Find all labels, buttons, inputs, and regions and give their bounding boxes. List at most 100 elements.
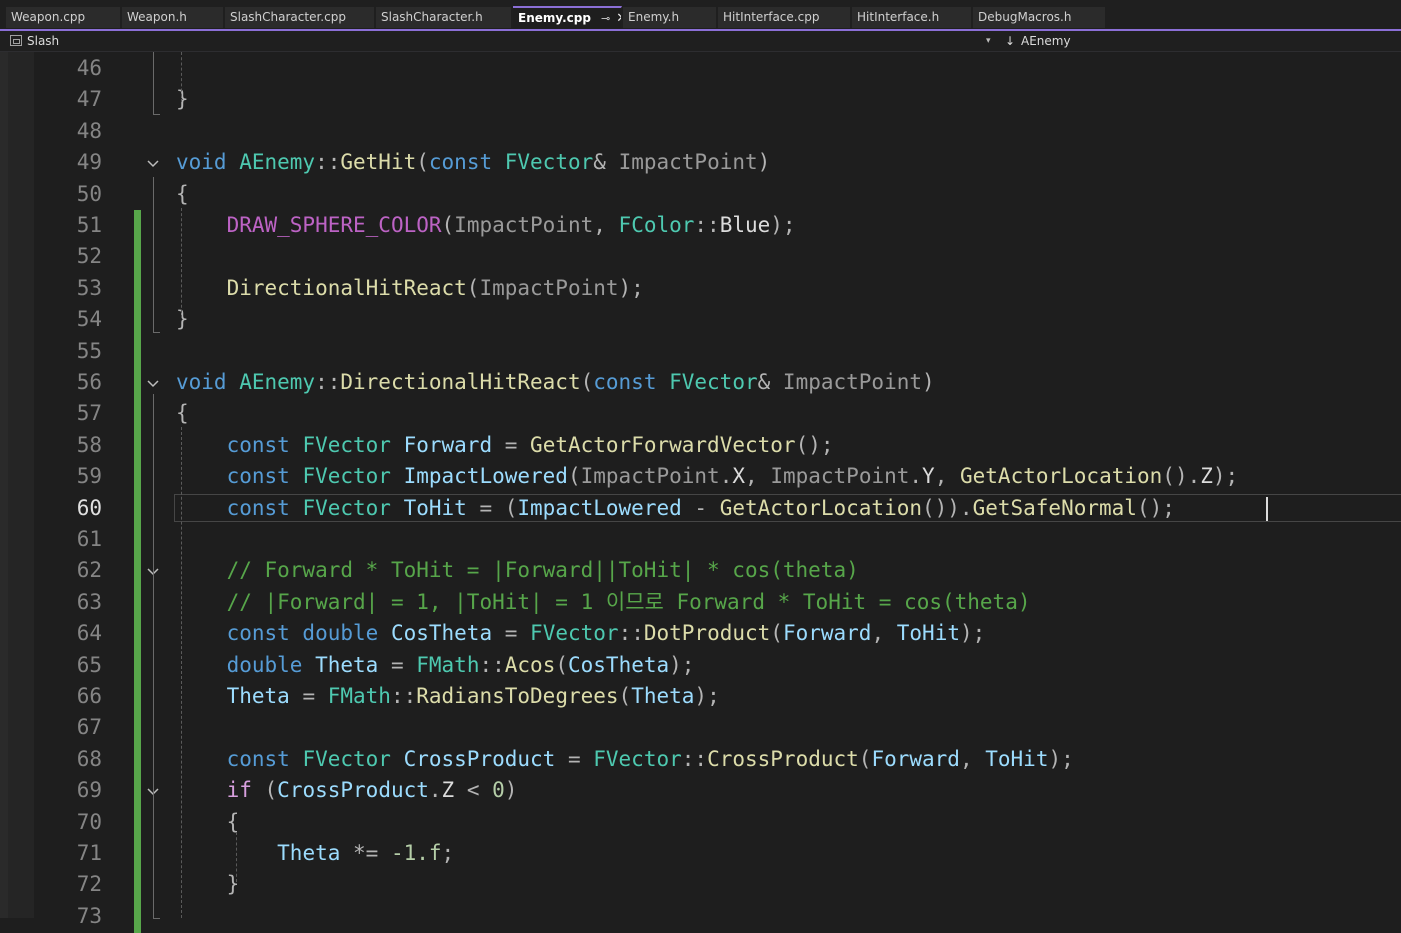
code-token: :: <box>479 652 505 677</box>
code-line[interactable]: 47} <box>0 84 1401 115</box>
code-line[interactable]: 60 const FVector ToHit = (ImpactLowered … <box>0 492 1401 525</box>
tab-slashcharacter-cpp[interactable]: SlashCharacter.cpp <box>225 7 375 28</box>
code-token: ( <box>618 684 632 708</box>
code-token: ToHit <box>985 746 1049 771</box>
code-token: ToHit <box>896 621 960 646</box>
change-indicator <box>134 806 141 839</box>
code-line[interactable]: 69 if (CrossProduct.Z < 0) <box>0 775 1401 808</box>
code-token: Y <box>922 464 935 489</box>
code-token: ( <box>567 464 581 489</box>
tab-hitinterface-h[interactable]: HitInterface.h <box>852 7 972 28</box>
code-line[interactable]: 63 // |Forward| = 1, |ToHit| = 1 이므로 For… <box>0 586 1401 619</box>
code-token: GetActorForwardVector <box>530 432 796 457</box>
code-line[interactable]: 46 <box>0 53 1401 84</box>
code-line[interactable]: 58 const FVector Forward = GetActorForwa… <box>0 429 1401 462</box>
code-line[interactable]: 68 const FVector CrossProduct = FVector:… <box>0 743 1401 776</box>
code-line[interactable]: 64 const double CosTheta = FVector::DotP… <box>0 618 1401 651</box>
change-indicator <box>134 681 141 713</box>
fold-bracket <box>153 52 160 115</box>
tab-enemy-h[interactable]: Enemy.h <box>623 7 717 28</box>
tab-enemy-cpp[interactable]: Enemy.cpp ⊸ ✕ <box>513 6 622 29</box>
code-line[interactable]: 67 <box>0 712 1401 745</box>
tab-slashcharacter-h[interactable]: SlashCharacter.h <box>376 7 512 28</box>
code-token: ( <box>580 370 594 394</box>
code-text: Theta *= -1.f; <box>176 838 454 869</box>
code-text: const FVector ToHit = (ImpactLowered - G… <box>176 493 1175 524</box>
code-line[interactable]: 57 { <box>0 398 1401 431</box>
code-line[interactable]: 73 <box>0 900 1401 933</box>
chevron-down-icon[interactable]: ▾ <box>986 31 991 51</box>
code-line[interactable]: 53 DirectionalHitReact(ImpactPoint); <box>0 272 1401 305</box>
member-dropdown[interactable]: AEnemy <box>1021 31 1071 51</box>
code-token: CrossProduct <box>707 746 859 771</box>
code-text: // |Forward| = 1, |ToHit| = 1 이므로 Forwar… <box>176 587 1031 618</box>
code-token: ); <box>770 213 796 237</box>
code-token: } <box>176 307 189 332</box>
close-icon[interactable]: ✕ <box>616 11 621 26</box>
code-token: Theta <box>226 684 290 708</box>
code-token: :: <box>315 150 341 175</box>
tab-hitinterface-cpp[interactable]: HitInterface.cpp <box>718 7 851 28</box>
code-token: // Forward * ToHit = |Forward||ToHit| * … <box>226 558 859 583</box>
code-line[interactable]: 48 <box>0 116 1401 147</box>
pin-icon[interactable]: ⊸ <box>601 12 610 25</box>
code-token: ) <box>922 370 935 394</box>
project-dropdown[interactable]: Slash <box>27 31 59 51</box>
code-line[interactable]: 70 { <box>0 806 1401 839</box>
change-indicator <box>134 335 141 368</box>
change-indicator <box>134 869 141 902</box>
code-token: const <box>428 150 505 175</box>
code-line[interactable]: 72 } <box>0 869 1401 902</box>
code-token: Theta <box>315 652 379 677</box>
code-token: FVector <box>302 495 404 520</box>
code-line[interactable]: 61 <box>0 524 1401 556</box>
code-token: = ( <box>466 495 518 520</box>
code-token: const <box>226 432 303 457</box>
code-line[interactable]: 71 Theta *= -1.f; <box>0 838 1401 870</box>
line-number: 51 <box>76 213 102 237</box>
code-line[interactable]: 52 <box>0 241 1401 274</box>
change-indicator <box>134 524 141 556</box>
code-line[interactable]: 66 Theta = FMath::RadiansToDegrees(Theta… <box>0 681 1401 713</box>
code-line[interactable]: 51 DRAW_SPHERE_COLOR(ImpactPoint, FColor… <box>0 210 1401 242</box>
code-token: Blue <box>719 213 771 237</box>
code-token: = <box>378 652 417 677</box>
code-line[interactable]: 62 // Forward * ToHit = |Forward||ToHit|… <box>0 555 1401 588</box>
tab-weapon-h[interactable]: Weapon.h <box>122 7 224 28</box>
code-token: ( <box>466 275 480 300</box>
code-text: void AEnemy::DirectionalHitReact(const F… <box>176 367 935 398</box>
code-token: (); <box>795 432 834 457</box>
code-line[interactable]: 54} <box>0 304 1401 337</box>
code-text: Theta = FMath::RadiansToDegrees(Theta); <box>176 681 720 712</box>
line-number: 47 <box>76 87 102 112</box>
code-text: const FVector ImpactLowered(ImpactPoint.… <box>176 461 1239 492</box>
code-token: 0 <box>492 778 505 803</box>
tab-weapon-cpp[interactable]: Weapon.cpp <box>6 7 121 28</box>
code-token: FVector <box>504 150 594 175</box>
code-line[interactable]: 59 const FVector ImpactLowered(ImpactPoi… <box>0 461 1401 494</box>
tab-label: Enemy.h <box>628 10 680 24</box>
code-token: = <box>492 621 531 646</box>
code-token: Theta <box>631 684 695 708</box>
code-line[interactable]: 56 void AEnemy::DirectionalHitReact(const… <box>0 367 1401 399</box>
code-line[interactable]: 49 void AEnemy::GetHit(const FVector& Imp… <box>0 147 1401 178</box>
code-token: = <box>289 684 328 708</box>
code-line[interactable]: 55 <box>0 335 1401 368</box>
line-number: 70 <box>76 809 102 834</box>
fold-toggle-icon[interactable] <box>144 147 162 178</box>
code-text: { <box>176 807 240 838</box>
code-editor[interactable]: 46 47} 48 49 void AEnemy::GetHit(const FVect… <box>0 52 1401 933</box>
code-text: const double CosTheta = FVector::DotProd… <box>176 618 986 649</box>
change-indicator <box>134 555 141 588</box>
code-line[interactable]: 50 { <box>0 179 1401 210</box>
tab-debugmacros-h[interactable]: DebugMacros.h <box>973 7 1106 28</box>
code-token: ); <box>1212 464 1239 489</box>
change-indicator <box>134 398 141 431</box>
code-token: & <box>757 370 783 394</box>
code-line[interactable]: 65 double Theta = FMath::Acos(CosTheta); <box>0 649 1401 682</box>
code-text: } <box>176 869 240 900</box>
code-token: , <box>934 464 960 489</box>
